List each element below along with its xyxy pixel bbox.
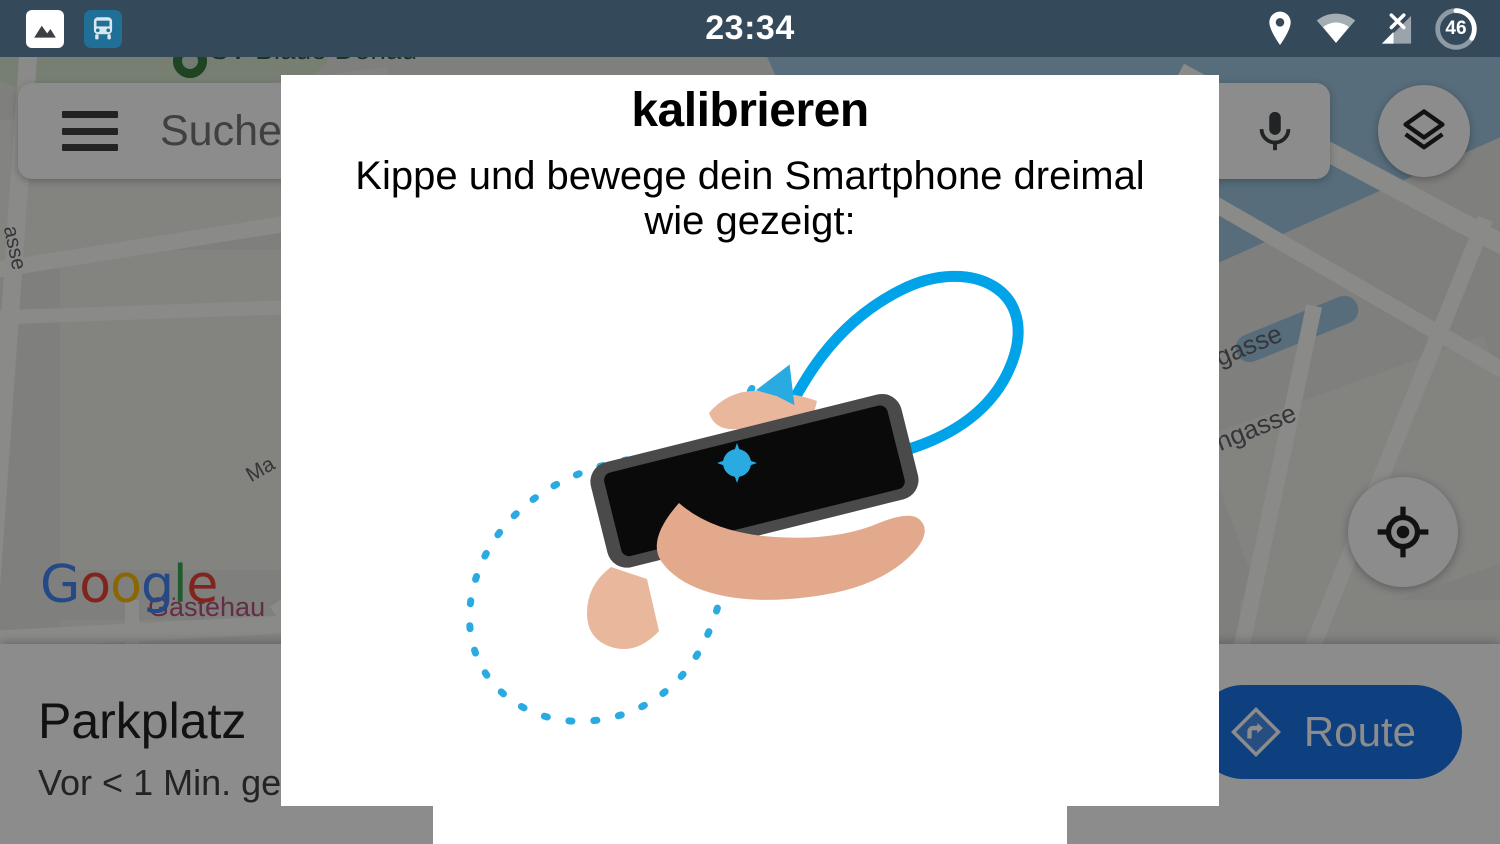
layers-icon: [1403, 109, 1445, 140]
google-attribution-logo: Google: [40, 555, 218, 615]
microphone-icon[interactable]: [1220, 83, 1330, 179]
logo-letter: e: [186, 555, 218, 615]
figure-eight-calibration-illustration: [466, 270, 1024, 725]
status-bar: 23:34 46: [0, 0, 1500, 57]
route-button[interactable]: Route: [1195, 685, 1462, 779]
street-label: gasse: [1210, 318, 1287, 372]
calibration-dialog-extension: [433, 806, 1067, 844]
wifi-icon: [1316, 13, 1356, 43]
logo-letter: o: [110, 555, 142, 615]
location-pin-icon: [1269, 11, 1291, 45]
calibration-dialog: kalibrieren Kippe und bewege dein Smartp…: [281, 75, 1219, 806]
signal-no-sim-icon: [1381, 12, 1412, 44]
logo-letter: G: [40, 555, 80, 615]
directions-icon: [1230, 707, 1281, 757]
status-bar-system-icons: 46: [1264, 7, 1478, 51]
logo-letter: l: [172, 555, 187, 615]
crosshair-icon: [1377, 506, 1429, 558]
battery-indicator: 46: [1434, 7, 1478, 51]
route-button-label: Route: [1303, 708, 1416, 755]
dialog-title: kalibrieren: [631, 84, 869, 137]
map-layers-button[interactable]: [1378, 85, 1470, 177]
my-location-button[interactable]: [1348, 477, 1458, 587]
thumb: [587, 567, 659, 649]
hamburger-menu-icon[interactable]: [62, 111, 118, 151]
logo-letter: g: [140, 555, 174, 615]
screen: SV Blaue Donau Gästehau asse Ma gasse ng…: [0, 0, 1500, 844]
logo-letter: o: [79, 555, 111, 615]
place-title: Parkplatz: [38, 693, 247, 749]
battery-percent-label: 46: [1445, 18, 1467, 39]
hand-holding-phone: [587, 390, 925, 649]
dialog-body-text: Kippe und bewege dein Smartphone dreimal…: [355, 154, 1145, 243]
